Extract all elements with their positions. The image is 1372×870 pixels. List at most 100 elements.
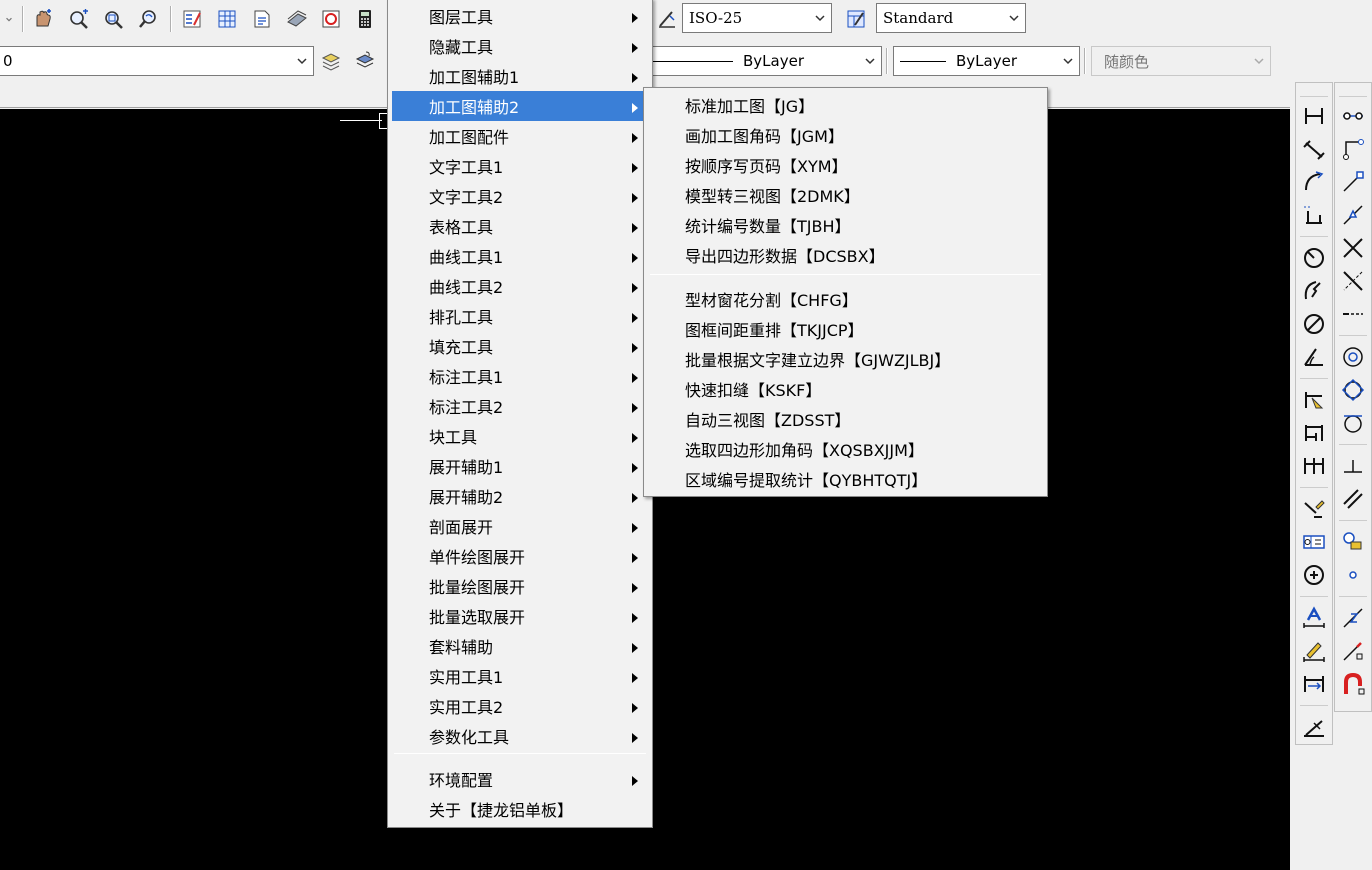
menu-item[interactable]: 单件绘图展开 xyxy=(392,541,648,571)
lineweight-select[interactable]: ByLayer xyxy=(893,46,1080,76)
quick-calc-icon[interactable] xyxy=(352,6,378,32)
snap-apparent-intersection-icon[interactable] xyxy=(1335,264,1371,297)
arc-length-icon[interactable] xyxy=(1296,165,1332,198)
snap-node-icon[interactable] xyxy=(1335,558,1371,591)
osnap-settings-icon[interactable] xyxy=(1335,667,1371,700)
menu-item[interactable]: 关于【捷龙铝单板】 xyxy=(392,794,648,824)
menu-item[interactable]: 加工图辅助2 xyxy=(392,91,648,121)
make-object-layer-current-icon[interactable] xyxy=(318,48,344,74)
submenu-item[interactable]: 画加工图角码【JGM】 xyxy=(648,120,1043,150)
jogged-dimension-icon[interactable] xyxy=(1296,274,1332,307)
snap-tangent-icon[interactable] xyxy=(1335,406,1371,439)
menu-item[interactable]: 实用工具2 xyxy=(392,691,648,721)
menu-item[interactable]: 图层工具 xyxy=(392,1,648,31)
snap-midpoint-icon[interactable] xyxy=(1335,198,1371,231)
snap-extension-icon[interactable] xyxy=(1335,297,1371,330)
toolbar-overflow-chevron-icon[interactable] xyxy=(0,6,18,32)
snap-none-icon[interactable] xyxy=(1335,634,1371,667)
snap-center-icon[interactable] xyxy=(1335,340,1371,373)
table-style-icon[interactable] xyxy=(843,6,869,32)
menu-item[interactable]: 文字工具1 xyxy=(392,151,648,181)
menu-item-label: 批量绘图展开 xyxy=(429,578,526,597)
snap-endpoint-icon[interactable] xyxy=(1335,165,1371,198)
dimension-style-icon[interactable] xyxy=(654,6,680,32)
menu-item[interactable]: 参数化工具 xyxy=(392,721,648,751)
menu-item[interactable]: 展开辅助1 xyxy=(392,451,648,481)
menu-item[interactable]: 标注工具2 xyxy=(392,391,648,421)
menu-item[interactable]: 文字工具2 xyxy=(392,181,648,211)
submenu-item[interactable]: 选取四边形加角码【XQSBXJJM】 xyxy=(648,434,1043,464)
menu-item[interactable]: 批量选取展开 xyxy=(392,601,648,631)
menu-item[interactable]: 填充工具 xyxy=(392,331,648,361)
toolbar-grip[interactable] xyxy=(1300,85,1328,97)
diameter-dimension-icon[interactable] xyxy=(1296,307,1332,340)
submenu-item[interactable]: 模型转三视图【2DMK】 xyxy=(648,180,1043,210)
menu-item[interactable]: 批量绘图展开 xyxy=(392,571,648,601)
baseline-dimension-icon[interactable] xyxy=(1296,416,1332,449)
linetype-select[interactable]: ByLayer xyxy=(646,46,882,76)
menu-item[interactable]: 表格工具 xyxy=(392,211,648,241)
submenu-item[interactable]: 型材窗花分割【CHFG】 xyxy=(648,284,1043,314)
menu-item[interactable]: 加工图辅助1 xyxy=(392,61,648,91)
table-style-select[interactable]: Standard xyxy=(876,3,1026,33)
continue-dimension-icon[interactable] xyxy=(1296,449,1332,482)
radius-dimension-icon[interactable] xyxy=(1296,241,1332,274)
submenu-item[interactable]: 自动三视图【ZDSST】 xyxy=(648,404,1043,434)
ordinate-dimension-icon[interactable] xyxy=(1296,198,1332,231)
snap-parallel-icon[interactable] xyxy=(1335,482,1371,515)
submenu-item[interactable]: 标准加工图【JG】 xyxy=(648,90,1043,120)
aligned-dimension-icon[interactable] xyxy=(1296,132,1332,165)
snap-quadrant-icon[interactable] xyxy=(1335,373,1371,406)
submenu-item[interactable]: 区域编号提取统计【QYBHTQTJ】 xyxy=(648,464,1043,494)
submenu-item[interactable]: 按顺序写页码【XYM】 xyxy=(648,150,1043,180)
zoom-previous-icon[interactable] xyxy=(136,6,162,32)
quick-leader-icon[interactable] xyxy=(1296,492,1332,525)
menu-item[interactable]: 加工图配件 xyxy=(392,121,648,151)
layer-select[interactable]: 0 xyxy=(0,46,314,76)
markup-set-manager-icon[interactable] xyxy=(318,6,344,32)
dimension-update-icon[interactable] xyxy=(1296,667,1332,700)
snap-from-icon[interactable] xyxy=(1335,132,1371,165)
submenu-item[interactable]: 导出四边形数据【DCSBX】 xyxy=(648,240,1043,270)
layer-previous-icon[interactable] xyxy=(352,48,378,74)
submenu-item[interactable]: 统计编号数量【TJBH】 xyxy=(648,210,1043,240)
temporary-tracking-point-icon[interactable] xyxy=(1335,99,1371,132)
menu-item[interactable]: 曲线工具1 xyxy=(392,241,648,271)
sheet-set-manager-icon[interactable] xyxy=(284,6,310,32)
menu-item[interactable]: 实用工具1 xyxy=(392,661,648,691)
quick-dimension-icon[interactable] xyxy=(1296,383,1332,416)
snap-intersection-icon[interactable] xyxy=(1335,231,1371,264)
snap-perpendicular-icon[interactable] xyxy=(1335,449,1371,482)
properties-icon[interactable] xyxy=(179,6,205,32)
angular-dimension-icon[interactable] xyxy=(1296,340,1332,373)
pan-realtime-icon[interactable] xyxy=(30,6,56,32)
menu-item[interactable]: 标注工具1 xyxy=(392,361,648,391)
dimension-text-edit-icon[interactable] xyxy=(1296,634,1332,667)
dimension-edit-icon[interactable] xyxy=(1296,601,1332,634)
menu-item[interactable]: 环境配置 xyxy=(392,764,648,794)
submenu-item[interactable]: 批量根据文字建立边界【GJWZJLBJ】 xyxy=(648,344,1043,374)
linear-dimension-icon[interactable] xyxy=(1296,99,1332,132)
submenu-arrow-icon xyxy=(630,639,640,653)
tolerance-icon[interactable] xyxy=(1296,525,1332,558)
design-center-icon[interactable] xyxy=(214,6,240,32)
menu-item[interactable]: 排孔工具 xyxy=(392,301,648,331)
menu-item[interactable]: 套料辅助 xyxy=(392,631,648,661)
dimension-style-select[interactable]: ISO-25 xyxy=(682,3,832,33)
menu-item[interactable]: 曲线工具2 xyxy=(392,271,648,301)
menu-item[interactable]: 隐藏工具 xyxy=(392,31,648,61)
submenu-item[interactable]: 图框间距重排【TKJJCP】 xyxy=(648,314,1043,344)
menu-item[interactable]: 块工具 xyxy=(392,421,648,451)
dimension-style-icon[interactable] xyxy=(1296,710,1332,743)
menu-item-label: 加工图辅助2 xyxy=(429,98,520,117)
snap-nearest-icon[interactable] xyxy=(1335,601,1371,634)
center-mark-icon[interactable] xyxy=(1296,558,1332,591)
zoom-realtime-icon[interactable] xyxy=(66,6,92,32)
zoom-window-icon[interactable] xyxy=(101,6,127,32)
toolbar-grip[interactable] xyxy=(1339,85,1367,97)
submenu-item[interactable]: 快速扣缝【KSKF】 xyxy=(648,374,1043,404)
menu-item[interactable]: 剖面展开 xyxy=(392,511,648,541)
snap-insert-icon[interactable] xyxy=(1335,525,1371,558)
tool-palettes-icon[interactable] xyxy=(249,6,275,32)
menu-item[interactable]: 展开辅助2 xyxy=(392,481,648,511)
